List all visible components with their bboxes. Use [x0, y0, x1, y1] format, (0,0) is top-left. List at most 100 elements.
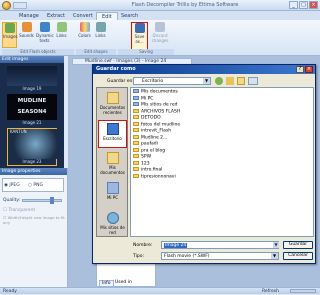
maximize-icon[interactable]: □	[299, 1, 308, 9]
images-button[interactable]: Images	[2, 22, 18, 48]
tab-info[interactable]: Info	[99, 280, 114, 287]
dialog-close-icon[interactable]: ×	[305, 66, 313, 73]
tab-convert[interactable]: Convert	[68, 12, 98, 20]
fit-checkbox[interactable]: ☐ Width/Height new image to fit any	[3, 215, 67, 225]
status-bar: Ready Refresh	[0, 287, 320, 294]
close-icon[interactable]: ×	[309, 1, 318, 9]
network-icon	[106, 212, 119, 224]
images-panel: Edit images Image 19 MUDLINE SEASON4 Ima…	[0, 56, 64, 168]
image-properties-panel: Image properties ◉ JPEG ○ PNG Quality: ☐…	[0, 168, 68, 288]
jpeg-radio[interactable]: ◉ JPEG	[4, 183, 20, 188]
images-icon	[4, 23, 15, 33]
thumbnail: KANTUN	[8, 129, 58, 159]
discard-icon	[155, 22, 165, 32]
place-my-documents[interactable]: Mis documentos	[98, 150, 127, 178]
back-icon[interactable]	[215, 77, 223, 85]
tab-manage[interactable]: Manage	[14, 12, 44, 20]
quick-access-toolbar[interactable]	[13, 2, 27, 9]
colors-button[interactable]: Colors	[78, 22, 91, 48]
discard-changes-button[interactable]: Discard changes	[150, 22, 170, 48]
filename-label: Nombre:	[133, 243, 153, 248]
recent-folder-icon	[106, 92, 119, 104]
group-saving: Saving	[118, 49, 174, 55]
thumb-image-23[interactable]: KANTUN Image 23	[7, 128, 58, 166]
quality-slider[interactable]	[22, 199, 62, 202]
link-icon	[56, 22, 67, 32]
transparent-checkbox[interactable]: ☐ Transparent	[3, 208, 35, 213]
computer-icon	[106, 182, 119, 194]
place-recent-documents[interactable]: Documentos recientes	[98, 90, 127, 118]
type-label: Tipo:	[133, 254, 144, 259]
place-my-computer[interactable]: Mi PC	[98, 180, 127, 208]
places-bar: Documentos recientes Escritorio Mis docu…	[96, 87, 128, 237]
title-bar: Flash Decompiler Trillix by Eltima Softw…	[0, 0, 320, 11]
tab-edit[interactable]: Edit	[96, 12, 118, 20]
shape-link-icon	[95, 22, 106, 32]
image-properties-header: Image properties	[0, 168, 67, 175]
thumb-image-21[interactable]: MUDLINE SEASON4 Image 21	[7, 94, 57, 126]
save-in-dropdown[interactable]: Escritorio ▼	[133, 77, 211, 85]
thumbnail	[7, 66, 57, 86]
folder-icon	[133, 95, 139, 100]
dialog-title: Guardar como	[93, 65, 315, 74]
folder-icon	[133, 102, 139, 106]
folder-icon	[133, 115, 139, 119]
desktop-icon	[106, 123, 119, 135]
save-as-button[interactable]: Save as...	[131, 22, 148, 50]
quality-label: Quality:	[3, 198, 21, 203]
documents-folder-icon	[106, 152, 119, 164]
type-dropdown[interactable]: Flash movie (*.SWF) ▼	[161, 252, 279, 260]
group-edit-flash-objects: Edit Flash objects	[2, 49, 74, 55]
zoom-slider[interactable]	[290, 289, 316, 293]
tab-used-in[interactable]: Used in	[113, 280, 134, 285]
group-edit-shapes: Edit shapes	[76, 49, 116, 55]
text-icon	[39, 22, 50, 32]
folder-icon	[133, 167, 139, 171]
chevron-down-icon: ▼	[271, 253, 278, 259]
up-folder-icon[interactable]	[226, 77, 234, 85]
folder-icon	[133, 134, 139, 139]
folder-icon	[133, 108, 139, 113]
cancel-button[interactable]: Cancelar	[283, 252, 313, 260]
save-button[interactable]: Guardar	[283, 241, 313, 249]
shape-links-button[interactable]: Links	[94, 22, 107, 48]
images-panel-header: Edit images	[0, 56, 64, 63]
ribbon: Images Sounds Dynamic texts Links Colors…	[0, 20, 320, 56]
folder-icon	[133, 128, 139, 132]
tab-extract[interactable]: Extract	[42, 12, 70, 20]
window-title: Flash Decompiler Trillix by Eltima Softw…	[131, 2, 239, 8]
thumbnail: MUDLINE SEASON4	[7, 94, 57, 120]
thumb-image-19[interactable]: Image 19	[7, 66, 57, 92]
tab-search[interactable]: Search	[116, 12, 143, 20]
place-network[interactable]: Mis sitios de red	[98, 210, 127, 238]
ribbon-tabs: Manage Extract Convert Edit Search	[0, 11, 320, 20]
folder-icon	[133, 173, 139, 178]
app-orb-icon[interactable]	[2, 1, 11, 10]
folder-icon	[133, 160, 139, 165]
folder-icon	[133, 121, 139, 126]
folder-icon	[133, 154, 139, 158]
list-item[interactable]: tipresionnonavi	[133, 173, 176, 181]
save-in-label: Guardar en:	[107, 79, 134, 84]
palette-icon	[79, 22, 90, 32]
dialog-help-icon[interactable]: ?	[296, 66, 304, 73]
sounds-button[interactable]: Sounds	[19, 22, 34, 48]
chevron-down-icon[interactable]: ▼	[273, 242, 279, 248]
links-button[interactable]: Links	[55, 22, 68, 48]
minimize-icon[interactable]: _	[289, 1, 298, 9]
save-as-dialog: Guardar como ? × Guardar en: Escritorio …	[92, 64, 316, 264]
chevron-down-icon: ▼	[203, 78, 210, 84]
view-menu-icon[interactable]	[248, 77, 258, 85]
sound-icon	[21, 22, 32, 32]
file-list: Mis documentos Mi PC Mis sitios de red A…	[130, 87, 314, 237]
filename-input[interactable]: Image 24	[161, 241, 279, 249]
new-folder-icon[interactable]	[237, 77, 245, 85]
png-radio[interactable]: ○ PNG	[28, 183, 43, 188]
place-desktop[interactable]: Escritorio	[98, 120, 127, 148]
folder-icon	[133, 89, 139, 93]
folder-icon	[133, 141, 139, 145]
folder-icon	[133, 147, 139, 152]
dynamic-texts-button[interactable]: Dynamic texts	[36, 22, 54, 48]
quality-slider-thumb[interactable]	[50, 197, 54, 204]
save-icon	[134, 23, 145, 33]
